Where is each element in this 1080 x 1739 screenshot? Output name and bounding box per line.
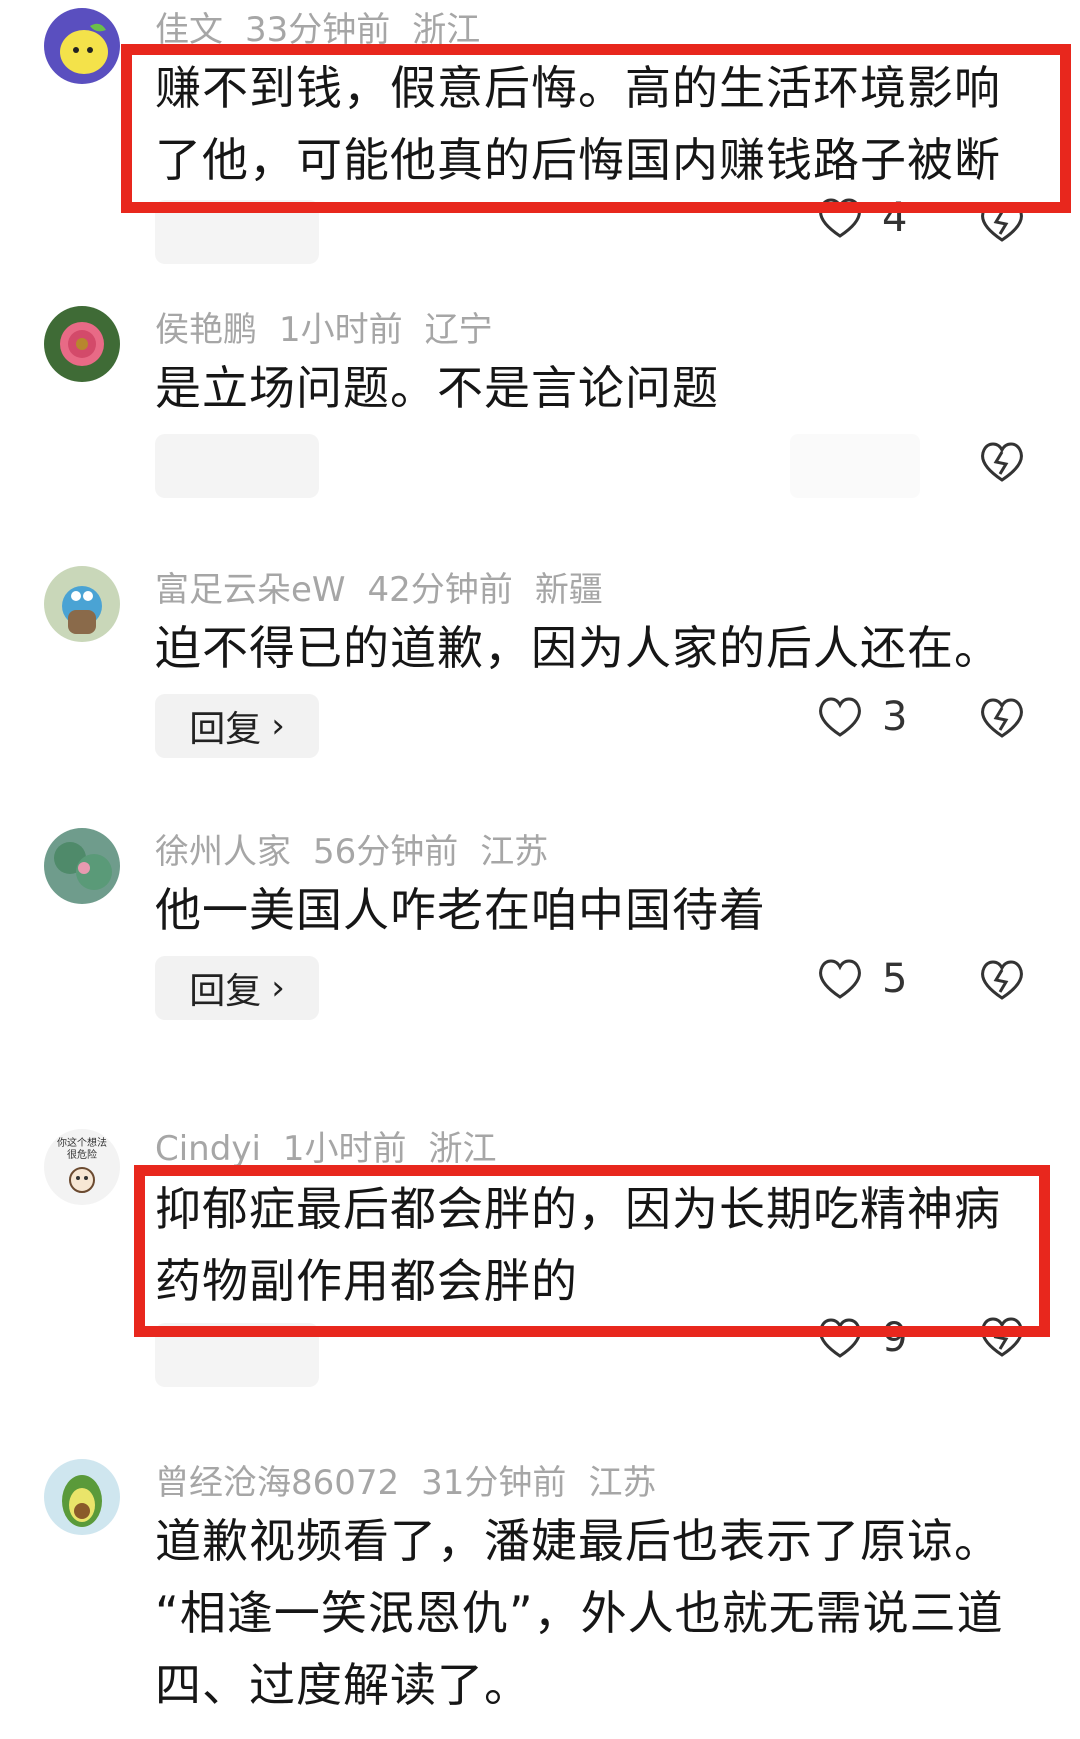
location: 辽宁 xyxy=(424,310,493,350)
like-button[interactable]: 5 xyxy=(816,956,907,1002)
comment-meta: 徐州人家 56分钟前 江苏 xyxy=(155,832,570,872)
comment-text: 道歉视频看了，潘婕最后也表示了原谅。 “相逢一笑泯恩仇”，外人也就无需说三道 四… xyxy=(155,1514,1004,1712)
like-placeholder xyxy=(790,434,920,498)
dislike-button[interactable] xyxy=(978,958,1026,1006)
comment-meta: 富足云朵eW 42分钟前 新疆 xyxy=(155,570,625,610)
like-button[interactable]: 3 xyxy=(816,694,907,740)
broken-heart-icon xyxy=(981,698,1023,738)
reply-button[interactable]: 回复 › xyxy=(155,956,319,1020)
lemon-avatar-icon xyxy=(60,23,108,74)
location: 浙江 xyxy=(428,1129,497,1169)
timestamp: 1小时前 xyxy=(282,1129,407,1169)
broken-heart-icon xyxy=(981,442,1023,482)
timestamp: 42分钟前 xyxy=(367,570,513,610)
cartoon-avatar-icon xyxy=(62,586,102,634)
highlight-box xyxy=(121,44,1071,213)
timestamp: 1小时前 xyxy=(279,310,403,350)
chevron-right-icon: › xyxy=(271,706,285,746)
username[interactable]: Cindyi xyxy=(155,1129,261,1169)
timestamp: 56分钟前 xyxy=(313,832,459,872)
comment-meta: Cindyi 1小时前 浙江 xyxy=(155,1129,519,1169)
dislike-button[interactable] xyxy=(978,440,1026,488)
comment-text: 迫不得已的道歉，因为人家的后人还在。 xyxy=(155,621,1001,675)
location: 新疆 xyxy=(534,570,603,610)
heart-icon xyxy=(819,697,861,737)
reply-button[interactable] xyxy=(155,434,319,498)
username[interactable]: 徐州人家 xyxy=(155,832,291,872)
avatar[interactable] xyxy=(44,566,120,642)
reply-button[interactable]: 回复 › xyxy=(155,694,319,758)
broken-heart-icon xyxy=(981,960,1023,1000)
comment-meta: 曾经沧海86072 31分钟前 江苏 xyxy=(155,1463,678,1503)
timestamp: 31分钟前 xyxy=(421,1463,567,1503)
reply-label: 回复 xyxy=(189,971,262,1012)
location: 江苏 xyxy=(480,832,549,872)
avatar[interactable] xyxy=(44,8,120,84)
chevron-right-icon: › xyxy=(271,968,285,1008)
username[interactable]: 曾经沧海86072 xyxy=(155,1463,399,1503)
avatar[interactable] xyxy=(44,1459,120,1535)
like-count: 3 xyxy=(882,694,908,740)
flower-avatar-icon xyxy=(60,322,104,366)
dislike-button[interactable] xyxy=(978,696,1026,744)
lotus-avatar-icon xyxy=(54,842,112,890)
dog-sticker-icon xyxy=(69,1167,95,1193)
avatar-caption: 你这个想法 很危险 xyxy=(57,1138,107,1161)
comment-text: 他一美国人咋老在咱中国待着 xyxy=(155,883,766,937)
highlight-box xyxy=(134,1165,1050,1337)
avatar[interactable]: 你这个想法 很危险 xyxy=(44,1129,120,1205)
comment-text: 是立场问题。不是言论问题 xyxy=(155,361,719,415)
comment-meta: 侯艳鹏 1小时前 辽宁 xyxy=(155,310,515,350)
reply-label: 回复 xyxy=(189,709,262,750)
username[interactable]: 侯艳鹏 xyxy=(155,310,257,350)
avatar[interactable] xyxy=(44,306,120,382)
username[interactable]: 富足云朵eW xyxy=(155,570,346,610)
heart-icon xyxy=(819,959,861,999)
avocado-avatar-icon xyxy=(62,1475,102,1527)
location: 江苏 xyxy=(588,1463,657,1503)
avatar[interactable] xyxy=(44,828,120,904)
like-count: 5 xyxy=(882,956,908,1002)
